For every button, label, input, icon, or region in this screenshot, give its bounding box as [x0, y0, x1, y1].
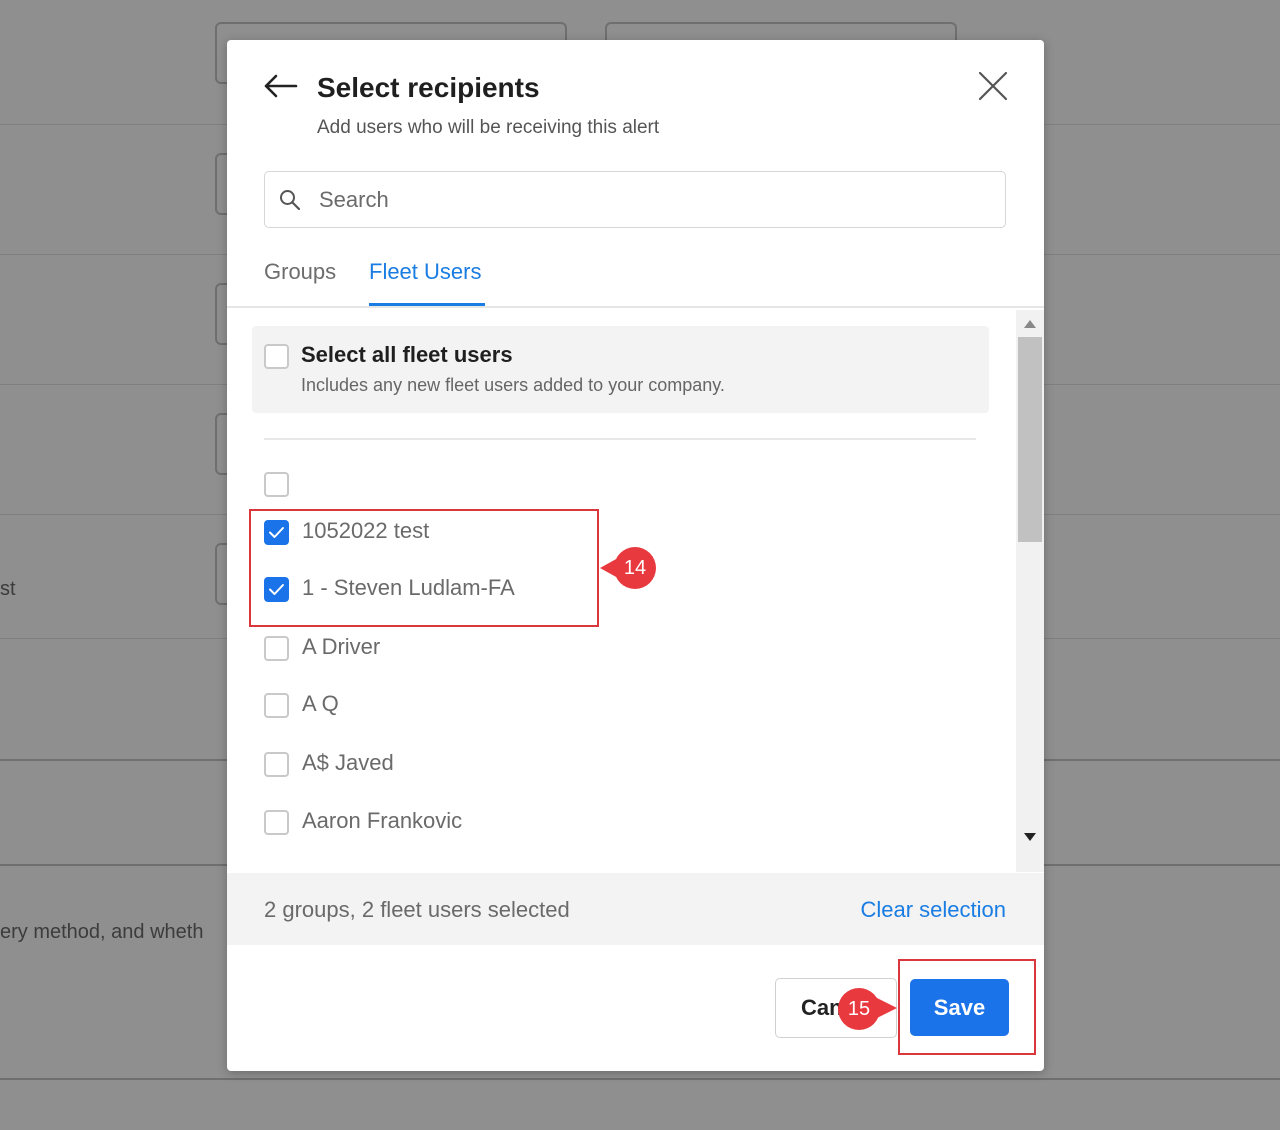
step-15-highlight: [898, 959, 1036, 1055]
tab-fleet-users[interactable]: Fleet Users: [369, 259, 481, 285]
back-button[interactable]: [262, 72, 298, 100]
scrollbar-thumb[interactable]: [1018, 337, 1042, 542]
user-checkbox[interactable]: [264, 636, 289, 661]
background-text: st: [0, 578, 16, 600]
selection-summary-bar: 2 groups, 2 fleet users selected Clear s…: [227, 873, 1044, 945]
search-icon: [280, 190, 301, 211]
user-checkbox[interactable]: [264, 472, 289, 497]
scroll-down-arrow-icon[interactable]: [1024, 833, 1036, 841]
user-name: A Driver: [302, 634, 381, 659]
clear-selection-link[interactable]: Clear selection: [860, 897, 1006, 923]
step-14-highlight: [249, 509, 599, 627]
user-checkbox[interactable]: [264, 693, 289, 718]
background-text: ery method, and wheth: [0, 921, 204, 943]
background-divider: [0, 1078, 1280, 1080]
list-item[interactable]: [264, 470, 764, 500]
close-icon: [978, 71, 1008, 101]
step-14-badge: 14: [614, 547, 656, 589]
step-15-badge: 15: [838, 988, 880, 1030]
arrow-left-icon: [264, 74, 298, 98]
active-tab-indicator: [369, 303, 485, 306]
recipient-tabs: Groups Fleet Users: [227, 245, 1044, 308]
step-15-pointer: [877, 998, 897, 1018]
list-item[interactable]: A Driver: [264, 634, 764, 664]
dialog-subtitle: Add users who will be receiving this ale…: [317, 117, 660, 138]
search-input[interactable]: [319, 182, 989, 218]
user-name: Aaron Frankovic: [302, 808, 463, 833]
scroll-up-arrow-icon[interactable]: [1024, 320, 1036, 328]
user-name: A$ Javed: [302, 750, 394, 775]
list-item[interactable]: Aaron Frankovic: [264, 808, 764, 838]
close-button[interactable]: [977, 70, 1009, 102]
select-all-fleet-users[interactable]: Select all fleet users Includes any new …: [252, 326, 989, 413]
user-checkbox[interactable]: [264, 752, 289, 777]
selection-count: 2 groups, 2 fleet users selected: [264, 897, 570, 922]
dialog-title: Select recipients: [317, 72, 540, 103]
list-item[interactable]: A Q: [264, 691, 764, 721]
select-all-checkbox[interactable]: [264, 344, 289, 369]
search-field: [264, 171, 1006, 228]
list-divider: [264, 438, 976, 440]
select-all-description: Includes any new fleet users added to yo…: [301, 375, 725, 395]
tab-groups[interactable]: Groups: [264, 259, 336, 285]
user-checkbox[interactable]: [264, 810, 289, 835]
list-item[interactable]: A$ Javed: [264, 750, 764, 780]
select-all-label: Select all fleet users: [301, 342, 513, 367]
list-scrollbar[interactable]: [1016, 310, 1044, 872]
user-name: A Q: [302, 691, 339, 716]
